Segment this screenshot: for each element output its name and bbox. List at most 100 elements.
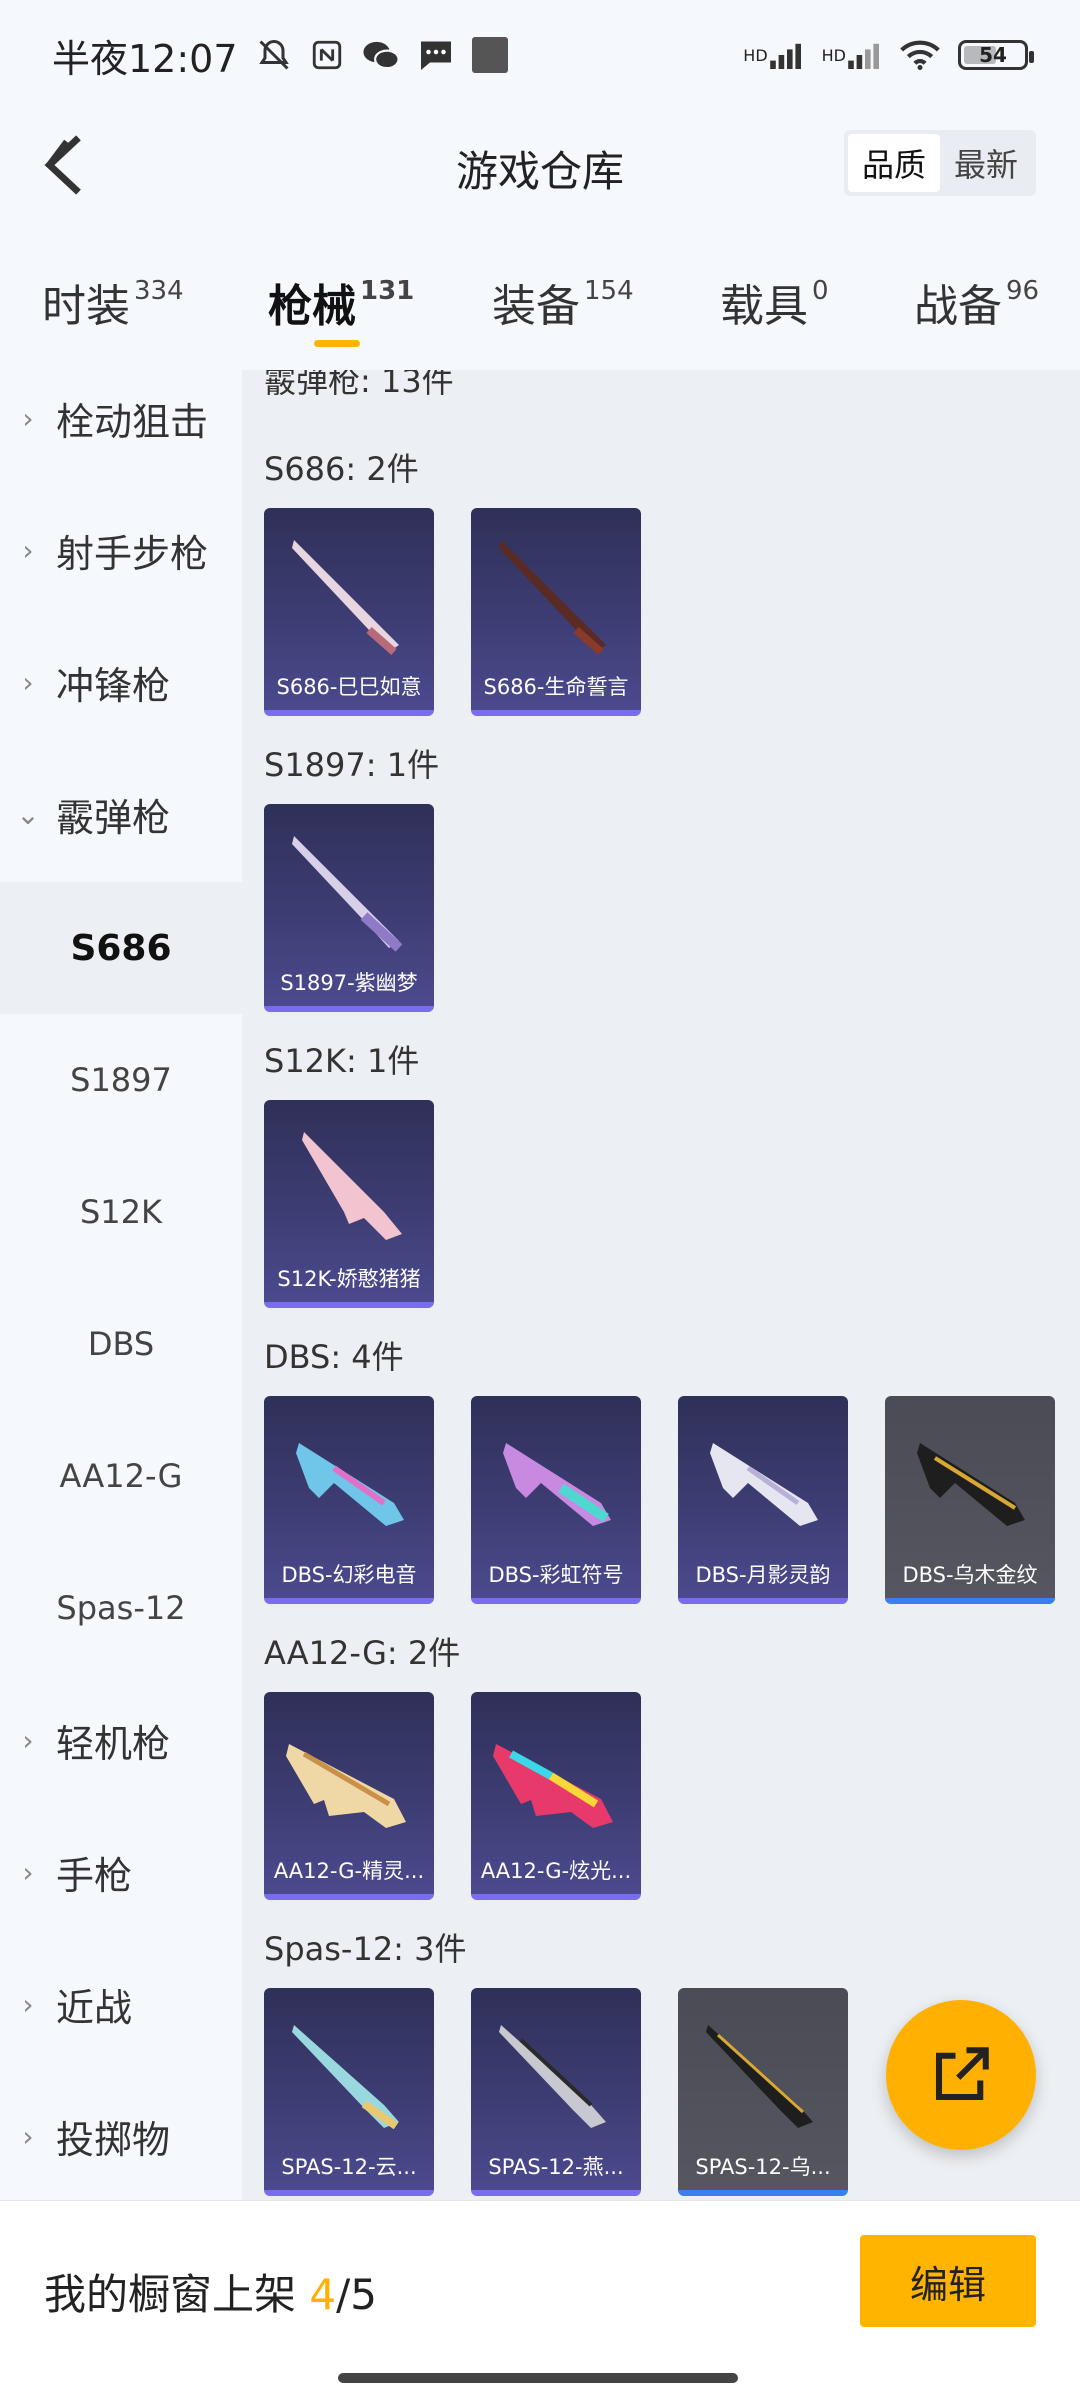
- share-fab-button[interactable]: [886, 2000, 1036, 2150]
- item-card-label: S1897-紫幽梦: [280, 971, 418, 995]
- tab-count: 334: [134, 276, 184, 306]
- category-tabs: 时装 334 枪械 131 装备 154 载具 0 战备 96: [0, 250, 1080, 360]
- item-card-label: S686-巳巳如意: [276, 675, 422, 699]
- item-card[interactable]: SPAS-12-云...: [264, 1988, 434, 2196]
- signal-icon: HD: [743, 41, 803, 69]
- item-card-label: DBS-乌木金纹: [902, 1563, 1038, 1587]
- item-card[interactable]: AA12-G-炫光...: [471, 1692, 641, 1900]
- signal-icon-2: HD: [822, 41, 882, 69]
- item-card-label: DBS-幻彩电音: [281, 1563, 417, 1587]
- home-indicator[interactable]: [338, 2373, 738, 2383]
- item-card-label: SPAS-12-云...: [281, 2155, 417, 2179]
- chevron-right-icon: ›: [22, 1855, 34, 1889]
- status-time: 半夜12:07: [52, 36, 238, 81]
- sidebar-item-smg[interactable]: › 冲锋枪: [0, 616, 242, 748]
- group-title: S1897: 1件: [264, 746, 440, 784]
- showcase-current-count: 4: [309, 2270, 337, 2319]
- tab-count: 131: [360, 276, 415, 306]
- showcase-status: 我的橱窗上架 4/5: [44, 2261, 377, 2322]
- chevron-right-icon: ›: [22, 2119, 34, 2153]
- shotgun-skin-icon: [499, 540, 606, 656]
- tab-equipment[interactable]: 装备 154: [492, 270, 634, 334]
- external-link-icon: [935, 2047, 989, 2101]
- item-card-label: S12K-娇憨猪猪: [277, 1267, 421, 1291]
- item-card[interactable]: S12K-娇憨猪猪: [264, 1100, 434, 1308]
- item-card-label: DBS-月影灵韵: [695, 1563, 831, 1587]
- sidebar-item-dbs[interactable]: DBS: [0, 1278, 242, 1410]
- sidebar-item-throwable[interactable]: › 投掷物: [0, 2070, 242, 2202]
- sidebar-item-label: 霰弹枪: [56, 795, 171, 840]
- showcase-total-count: /5: [336, 2270, 377, 2319]
- wechat-icon: [362, 38, 400, 72]
- shotgun-skin-icon: [503, 1443, 611, 1526]
- sort-toggle: 品质 最新: [843, 130, 1036, 196]
- sidebar-item-label: 手枪: [56, 1853, 133, 1898]
- tab-vehicles[interactable]: 载具 0: [720, 270, 829, 334]
- tab-label: 战备: [914, 281, 1002, 332]
- chevron-right-icon: ›: [22, 665, 34, 699]
- item-card[interactable]: AA12-G-精灵...: [264, 1692, 434, 1900]
- item-card[interactable]: DBS-幻彩电音: [264, 1396, 434, 1604]
- group-title: Spas-12: 3件: [264, 1930, 467, 1968]
- item-card[interactable]: DBS-彩虹符号: [471, 1396, 641, 1604]
- item-card[interactable]: S686-巳巳如意: [264, 508, 434, 716]
- sidebar: › 栓动狙击 › 射手步枪 › 冲锋枪 ⌄ 霰弹枪 S686 S1897 S12K DB…: [0, 370, 242, 2200]
- item-card[interactable]: SPAS-12-燕...: [471, 1988, 641, 2196]
- group-title: DBS: 4件: [264, 1338, 404, 1376]
- item-card[interactable]: SPAS-12-乌...: [678, 1988, 848, 2196]
- sidebar-item-bolt-sniper[interactable]: › 栓动狙击: [0, 352, 242, 484]
- bell-off-icon: [256, 37, 292, 73]
- shotgun-skin-icon: [292, 836, 403, 952]
- item-card[interactable]: S1897-紫幽梦: [264, 804, 434, 1012]
- tab-label: 载具: [720, 281, 808, 332]
- item-card[interactable]: S686-生命誓言: [471, 508, 641, 716]
- item-card-label: SPAS-12-乌...: [695, 2155, 831, 2179]
- sidebar-item-label: 近战: [56, 1985, 133, 2030]
- item-card[interactable]: DBS-月影灵韵: [678, 1396, 848, 1604]
- sidebar-item-marksman-rifle[interactable]: › 射手步枪: [0, 484, 242, 616]
- bottom-bar: 我的橱窗上架 4/5 编辑: [0, 2200, 1080, 2400]
- shotgun-skin-icon: [710, 1443, 818, 1526]
- item-card-label: S686-生命誓言: [483, 675, 629, 699]
- sidebar-item-s686[interactable]: S686: [0, 882, 242, 1014]
- wifi-icon: [900, 39, 940, 71]
- tab-firearms[interactable]: 枪械 131: [268, 270, 415, 347]
- sidebar-item-melee[interactable]: › 近战: [0, 1938, 242, 2070]
- shotgun-skin-icon: [706, 2025, 813, 2128]
- message-icon: [418, 38, 454, 72]
- sort-quality-button[interactable]: 品质: [847, 134, 940, 192]
- sidebar-item-pistol[interactable]: › 手枪: [0, 1806, 242, 1938]
- edit-button[interactable]: 编辑: [860, 2235, 1036, 2327]
- item-card-label: DBS-彩虹符号: [488, 1563, 624, 1587]
- header: 游戏仓库 品质 最新: [0, 110, 1080, 220]
- tab-war-prep[interactable]: 战备 96: [914, 270, 1039, 334]
- sidebar-item-label: 栓动狙击: [56, 399, 209, 444]
- group-title-shotgun: 霰弹枪: 13件: [264, 370, 454, 400]
- sidebar-item-shotgun[interactable]: ⌄ 霰弹枪: [0, 748, 242, 880]
- rifle-skin-icon: [302, 1132, 402, 1240]
- sidebar-item-aa12g[interactable]: AA12-G: [0, 1410, 242, 1542]
- status-bar: 半夜12:07 HD HD 54: [0, 0, 1080, 110]
- rifle-skin-icon: [286, 1744, 406, 1828]
- item-card-label: AA12-G-炫光...: [480, 1859, 632, 1883]
- network-label-2: HD: [821, 45, 846, 65]
- square-icon: [471, 37, 508, 73]
- chevron-right-icon: ›: [22, 1723, 34, 1757]
- tab-count: 154: [584, 276, 634, 306]
- shotgun-skin-icon: [292, 2025, 399, 2130]
- sort-newest-button[interactable]: 最新: [940, 134, 1032, 192]
- sidebar-item-s1897[interactable]: S1897: [0, 1014, 242, 1146]
- tab-fashion[interactable]: 时装 334: [42, 270, 184, 334]
- shotgun-skin-icon: [917, 1443, 1025, 1526]
- active-tab-indicator: [314, 340, 360, 347]
- shotgun-skin-icon: [499, 2025, 606, 2128]
- sidebar-item-lmg[interactable]: › 轻机枪: [0, 1674, 242, 1806]
- tab-count: 96: [1006, 276, 1040, 306]
- item-card[interactable]: DBS-乌木金纹: [885, 1396, 1055, 1604]
- tab-label: 枪械: [268, 281, 356, 332]
- battery-level: 54: [979, 43, 1007, 67]
- tab-label: 时装: [42, 281, 130, 332]
- sidebar-item-s12k[interactable]: S12K: [0, 1146, 242, 1278]
- sidebar-item-spas12[interactable]: Spas-12: [0, 1542, 242, 1674]
- showcase-label: 我的橱窗上架: [44, 2270, 297, 2319]
